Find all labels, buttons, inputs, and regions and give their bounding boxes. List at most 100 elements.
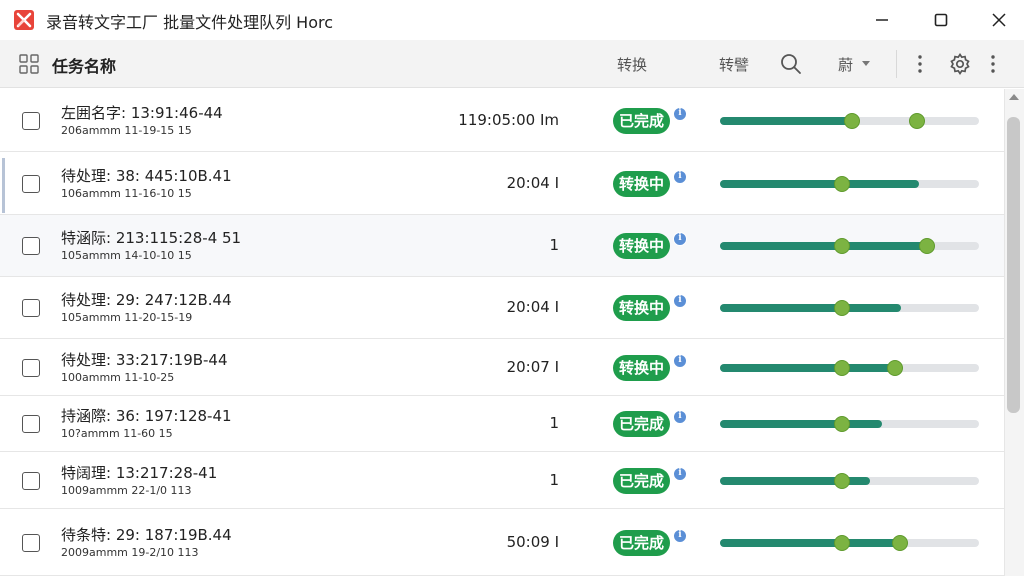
slider-thumb[interactable] xyxy=(834,416,850,432)
progress-slider[interactable] xyxy=(720,359,979,376)
task-name: 待处理: 29: 247:12B.44 xyxy=(61,291,232,309)
more-vertical-icon[interactable] xyxy=(985,52,1001,76)
grid-icon[interactable] xyxy=(19,54,39,74)
task-name: 待处理: 33:217:19B-44 xyxy=(61,350,228,369)
close-button[interactable] xyxy=(974,0,1024,40)
status-badge: 已完成 xyxy=(613,411,671,437)
progress-slider[interactable] xyxy=(720,416,979,432)
info-icon[interactable]: i xyxy=(673,410,687,424)
task-name: 左囲名字: 13:91:46-44 xyxy=(61,103,223,122)
task-list: 左囲名字: 13:91:46-44 206ammm 11-19-15 15 119:… xyxy=(0,89,1004,576)
slider-thumb[interactable] xyxy=(834,534,850,551)
search-icon[interactable] xyxy=(779,52,803,76)
slider-thumb[interactable] xyxy=(834,238,850,254)
slider-thumb[interactable] xyxy=(834,300,850,316)
progress-fill xyxy=(720,179,919,188)
task-name: 待条特: 29: 187:19B.44 xyxy=(61,525,232,544)
minimize-button[interactable] xyxy=(857,0,907,40)
slider-thumb[interactable] xyxy=(919,238,935,254)
task-name: 特阔理: 13:217:28-41 xyxy=(61,463,218,482)
task-name-header: 任务名称 xyxy=(52,57,117,76)
slider-thumb[interactable] xyxy=(834,359,850,376)
progress-fill xyxy=(720,116,852,125)
task-duration: 20:04 I xyxy=(506,173,559,192)
task-subtitle: 10?ammm 11-60 15 xyxy=(61,427,173,440)
slider-thumb[interactable] xyxy=(892,534,908,551)
progress-slider[interactable] xyxy=(720,300,979,316)
task-name: 特涵际: 213:115:28-4 51 xyxy=(61,229,242,247)
progress-slider[interactable] xyxy=(720,238,979,254)
row-checkbox[interactable] xyxy=(22,111,40,130)
task-duration: 1 xyxy=(549,470,559,489)
task-name: 待处理: 38: 445:10B.41 xyxy=(61,166,232,185)
row-checkbox[interactable] xyxy=(22,299,40,317)
slider-thumb[interactable] xyxy=(834,472,850,489)
chevron-down-icon[interactable] xyxy=(862,61,870,66)
row-checkbox[interactable] xyxy=(22,415,40,433)
row-checkbox[interactable] xyxy=(22,174,40,193)
gear-icon[interactable] xyxy=(948,52,972,76)
task-duration: 1 xyxy=(549,414,559,432)
task-row[interactable]: 待处理: 38: 445:10B.41 106ammm 11-16-10 15 20… xyxy=(0,152,1004,215)
info-icon[interactable]: i xyxy=(673,294,687,308)
progress-slider[interactable] xyxy=(720,112,979,129)
task-name: 持涵際: 36: 197:128-41 xyxy=(61,407,232,425)
task-subtitle: 105ammm 14-10-10 15 xyxy=(61,249,192,262)
status-badge: 已完成 xyxy=(613,529,671,556)
task-subtitle: 2009ammm 19-2/10 113 xyxy=(61,545,199,559)
task-row[interactable]: 待条特: 29: 187:19B.44 2009ammm 19-2/10 113 5… xyxy=(0,509,1004,576)
task-subtitle: 106ammm 11-16-10 15 xyxy=(61,186,192,200)
row-checkbox[interactable] xyxy=(22,533,40,552)
progress-slider[interactable] xyxy=(720,472,979,489)
window-title: 录音转文字工厂 批量文件处理队列 Horc xyxy=(46,13,334,32)
progress-fill xyxy=(720,420,882,428)
app-logo-icon xyxy=(14,10,34,30)
info-icon[interactable]: i xyxy=(673,169,687,184)
toolbar: 任务名称 转换 转譬 蔚 xyxy=(0,40,1024,88)
slider-thumb[interactable] xyxy=(887,359,903,376)
task-row[interactable]: 左囲名字: 13:91:46-44 206ammm 11-19-15 15 119:… xyxy=(0,89,1004,152)
info-icon[interactable]: i xyxy=(673,106,687,121)
status-badge: 已完成 xyxy=(613,467,671,494)
info-icon[interactable]: i xyxy=(673,466,687,481)
row-checkbox[interactable] xyxy=(22,471,40,490)
progress-fill xyxy=(720,242,926,250)
task-row[interactable]: 特涵际: 213:115:28-4 51 105ammm 14-10-10 15 1… xyxy=(0,215,1004,277)
task-duration: 1 xyxy=(549,236,559,254)
maximize-button[interactable] xyxy=(916,0,966,40)
task-row[interactable]: 特阔理: 13:217:28-41 1009ammm 22-1/0 113 1 已完成… xyxy=(0,452,1004,509)
task-subtitle: 1009ammm 22-1/0 113 xyxy=(61,483,192,497)
translate-button[interactable]: 转譬 xyxy=(719,54,749,75)
task-row[interactable]: 待处理: 33:217:19B-44 100ammm 11-10-25 20:07 … xyxy=(0,339,1004,396)
progress-slider[interactable] xyxy=(720,175,979,192)
info-icon[interactable]: i xyxy=(673,528,687,543)
task-duration: 20:04 I xyxy=(506,298,559,316)
slider-thumb[interactable] xyxy=(909,112,925,129)
task-subtitle: 100ammm 11-10-25 xyxy=(61,370,175,384)
info-icon[interactable]: i xyxy=(673,232,687,246)
progress-fill xyxy=(720,363,894,372)
row-checkbox[interactable] xyxy=(22,358,40,377)
task-duration: 50:09 I xyxy=(506,532,559,551)
more-vertical-icon[interactable] xyxy=(912,52,928,76)
task-row[interactable]: 持涵際: 36: 197:128-41 10?ammm 11-60 15 1 已完成 i xyxy=(0,396,1004,452)
task-row[interactable]: 待处理: 29: 247:12B.44 105ammm 11-20-15-19 20… xyxy=(0,277,1004,339)
row-selection-indicator xyxy=(2,158,5,213)
task-subtitle: 206ammm 11-19-15 15 xyxy=(61,123,192,137)
close-icon xyxy=(992,13,1006,27)
slider-thumb[interactable] xyxy=(844,112,860,129)
slider-thumb[interactable] xyxy=(834,175,850,192)
scrollbar-thumb[interactable] xyxy=(1007,117,1020,413)
info-icon[interactable]: i xyxy=(673,353,687,368)
status-badge: 转换中 xyxy=(613,354,671,381)
convert-button[interactable]: 转换 xyxy=(617,54,647,75)
maximize-icon xyxy=(934,13,948,27)
progress-slider[interactable] xyxy=(720,534,979,551)
more-dropdown-button[interactable]: 蔚 xyxy=(838,54,853,75)
title-bar: 录音转文字工厂 批量文件处理队列 Horc xyxy=(0,0,1024,40)
toolbar-divider xyxy=(896,50,897,78)
row-checkbox[interactable] xyxy=(22,237,40,255)
scroll-up-arrow[interactable] xyxy=(1009,94,1019,100)
task-duration: 119:05:00 Im xyxy=(458,110,559,129)
progress-fill xyxy=(720,304,901,312)
